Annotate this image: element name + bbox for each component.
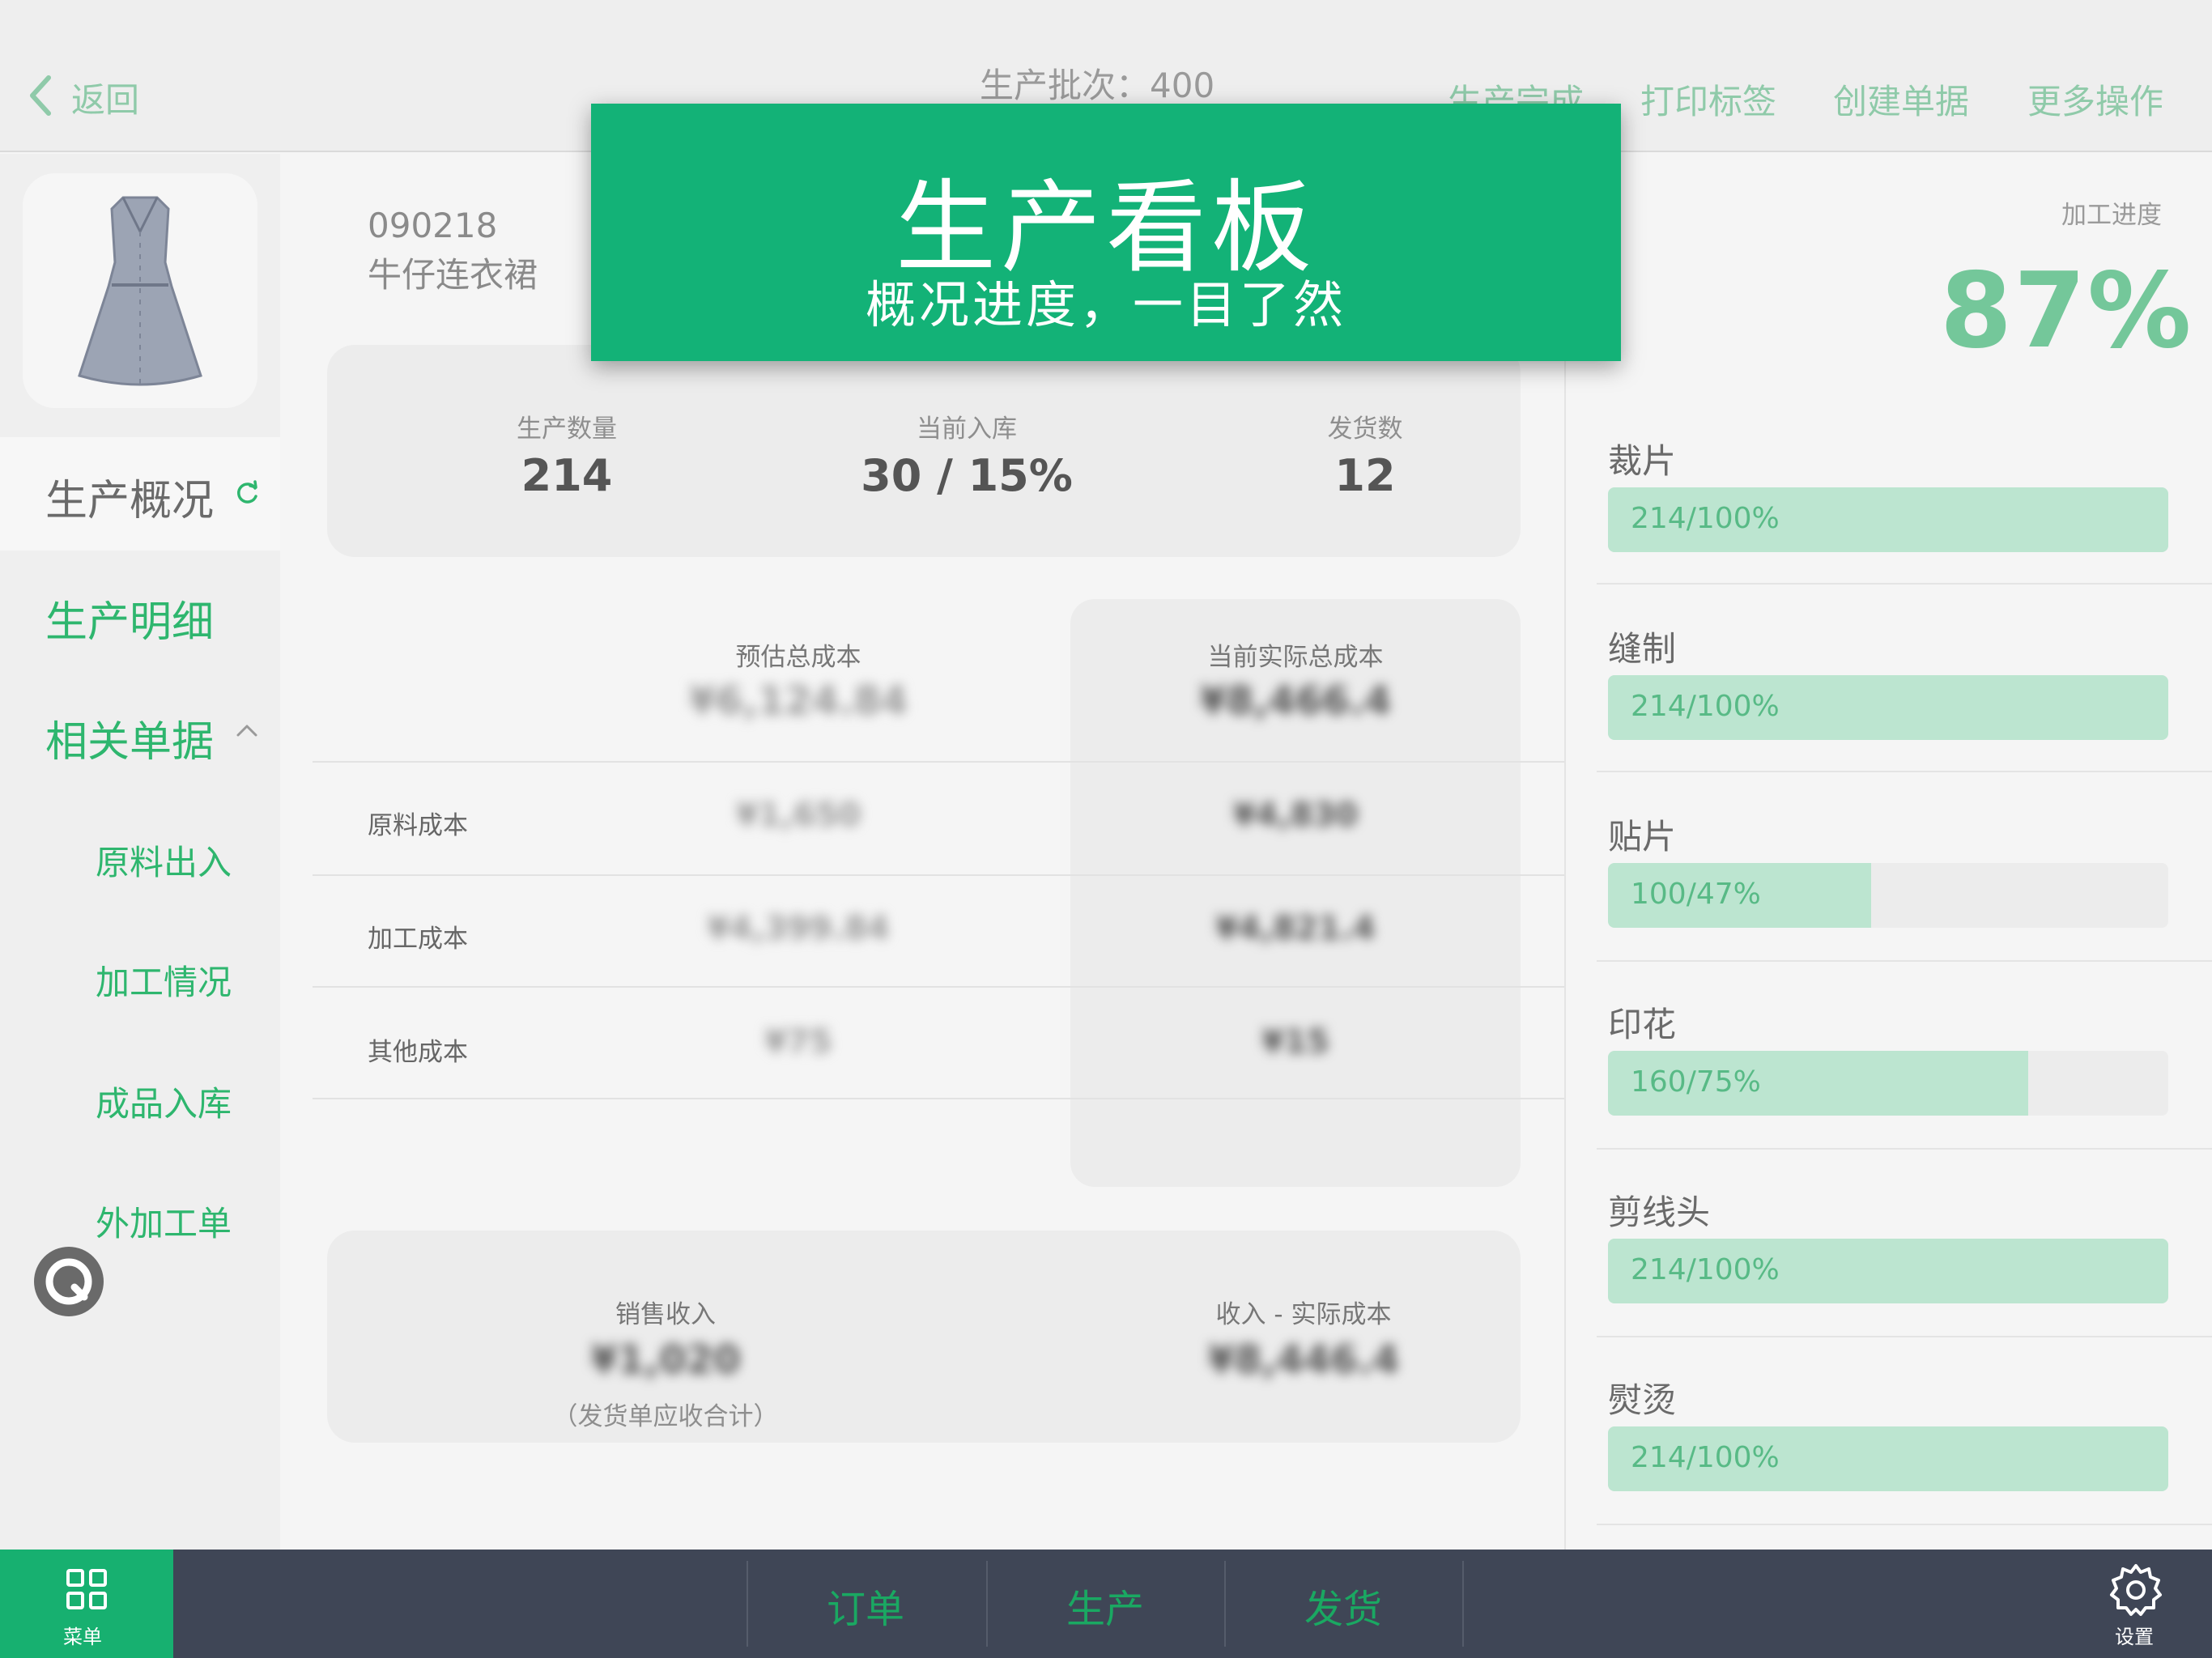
- profit-value: ¥8,446.4: [1207, 1337, 1400, 1383]
- progress-bar-cutting: 214/100%: [1608, 487, 2168, 552]
- create-document-button[interactable]: 创建单据: [1833, 74, 1969, 124]
- process-divider: [1597, 1524, 2212, 1525]
- back-button[interactable]: 返回: [71, 73, 139, 122]
- shipped-value: 12: [1334, 450, 1396, 501]
- sidebar-item-materials[interactable]: 原料出入: [96, 835, 232, 885]
- estimated-total-value: ¥6,124.84: [688, 678, 908, 724]
- other-cost-label: 其他成本: [368, 1038, 468, 1067]
- other-cost-estimated: ¥75: [764, 1023, 832, 1061]
- sales-revenue-note: （发货单应收合计）: [552, 1402, 779, 1431]
- sales-revenue-label: 销售收入: [615, 1300, 716, 1329]
- process-divider: [1597, 1336, 2212, 1337]
- progress-bar-text: 160/75%: [1631, 1065, 1761, 1099]
- material-cost-label: 原料成本: [368, 811, 468, 840]
- sidebar-item-overview-label: 生产概况: [45, 477, 215, 525]
- menu-label: 菜单: [63, 1626, 102, 1648]
- progress-bar-printing: 160/75%: [1608, 1051, 2168, 1116]
- other-cost-actual: ¥15: [1261, 1023, 1329, 1061]
- tab-orders[interactable]: 订单: [748, 1577, 983, 1634]
- process-name-sewing: 缝制: [1608, 629, 1677, 669]
- floating-assistant-button[interactable]: [34, 1247, 104, 1316]
- process-name-patch: 贴片: [1608, 817, 1677, 857]
- promo-banner: 生产看板 概况进度，一目了然: [591, 104, 1621, 361]
- sidebar-item-finished-goods[interactable]: 成品入库: [96, 1077, 232, 1126]
- back-chevron-icon[interactable]: [24, 71, 58, 120]
- sales-revenue-value: ¥1,020: [590, 1337, 741, 1383]
- quantity-value: 214: [521, 450, 613, 501]
- material-cost-actual: ¥4,830: [1232, 797, 1359, 834]
- stock-value: 30 / 15%: [861, 450, 1073, 501]
- sidebar-item-detail[interactable]: 生产明细: [45, 588, 214, 648]
- quantity-label: 生产数量: [517, 414, 617, 444]
- progress-bar-text: 100/47%: [1631, 878, 1761, 911]
- row-divider: [313, 986, 1564, 988]
- row-divider: [313, 1098, 1564, 1099]
- tab-production[interactable]: 生产: [988, 1577, 1223, 1634]
- banner-subtitle: 概况进度，一目了然: [865, 275, 1346, 334]
- progress-bar-sewing: 214/100%: [1608, 675, 2168, 740]
- progress-bar-text: 214/100%: [1631, 690, 1780, 723]
- sidebar-item-outsourcing[interactable]: 外加工单: [96, 1197, 232, 1246]
- processing-cost-label: 加工成本: [368, 925, 468, 954]
- process-name-trimming: 剪线头: [1608, 1192, 1711, 1232]
- profit-label: 收入 - 实际成本: [1215, 1300, 1392, 1329]
- tab-shipping[interactable]: 发货: [1226, 1577, 1461, 1634]
- actual-total-value: ¥8,466.4: [1199, 678, 1392, 724]
- progress-bar-ironing: 214/100%: [1608, 1426, 2168, 1491]
- progress-bar-patch: 100/47%: [1608, 863, 2168, 928]
- gear-icon[interactable]: [2107, 1561, 2165, 1619]
- process-divider: [1597, 960, 2212, 962]
- progress-bar-text: 214/100%: [1631, 502, 1780, 535]
- chevron-up-icon[interactable]: [235, 722, 259, 738]
- stock-label: 当前入库: [917, 414, 1017, 444]
- row-divider: [313, 761, 1564, 763]
- shipped-label: 发货数: [1327, 414, 1403, 444]
- product-code: 090218: [368, 206, 498, 245]
- grid-menu-icon: [66, 1569, 107, 1609]
- process-divider: [1597, 583, 2212, 585]
- product-name: 牛仔连衣裙: [368, 255, 538, 295]
- progress-label: 加工进度: [2061, 201, 2162, 230]
- print-label-button[interactable]: 打印标签: [1640, 74, 1776, 124]
- tab-divider: [1462, 1561, 1464, 1647]
- refresh-icon[interactable]: [233, 479, 261, 507]
- settings-label: 设置: [2115, 1626, 2154, 1648]
- process-divider: [1597, 1148, 2212, 1150]
- sidebar-item-processing[interactable]: 加工情况: [96, 955, 232, 1005]
- process-name-printing: 印花: [1608, 1005, 1677, 1044]
- processing-cost-actual: ¥4,821.4: [1215, 910, 1376, 947]
- material-cost-estimated: ¥1,650: [735, 797, 861, 834]
- row-divider: [313, 874, 1564, 876]
- product-image: [23, 173, 257, 408]
- progress-bar-text: 214/100%: [1631, 1441, 1780, 1474]
- processing-cost-estimated: ¥4,399.84: [707, 910, 890, 947]
- process-divider: [1597, 771, 2212, 772]
- batch-title: 生产批次：400: [980, 66, 1215, 105]
- process-name-cutting: 裁片: [1608, 441, 1677, 481]
- dress-illustration: [78, 196, 202, 386]
- sidebar-item-related-docs[interactable]: 相关单据: [45, 708, 214, 768]
- more-actions-button[interactable]: 更多操作: [2027, 74, 2163, 124]
- assistant-icon: [45, 1258, 92, 1305]
- progress-bar-trimming: 214/100%: [1608, 1239, 2168, 1303]
- progress-bar-text: 214/100%: [1631, 1253, 1780, 1286]
- actual-total-label: 当前实际总成本: [1207, 643, 1384, 672]
- process-name-ironing: 熨烫: [1608, 1380, 1677, 1420]
- progress-percent: 87%: [1940, 251, 2193, 372]
- estimated-total-label: 预估总成本: [735, 643, 861, 672]
